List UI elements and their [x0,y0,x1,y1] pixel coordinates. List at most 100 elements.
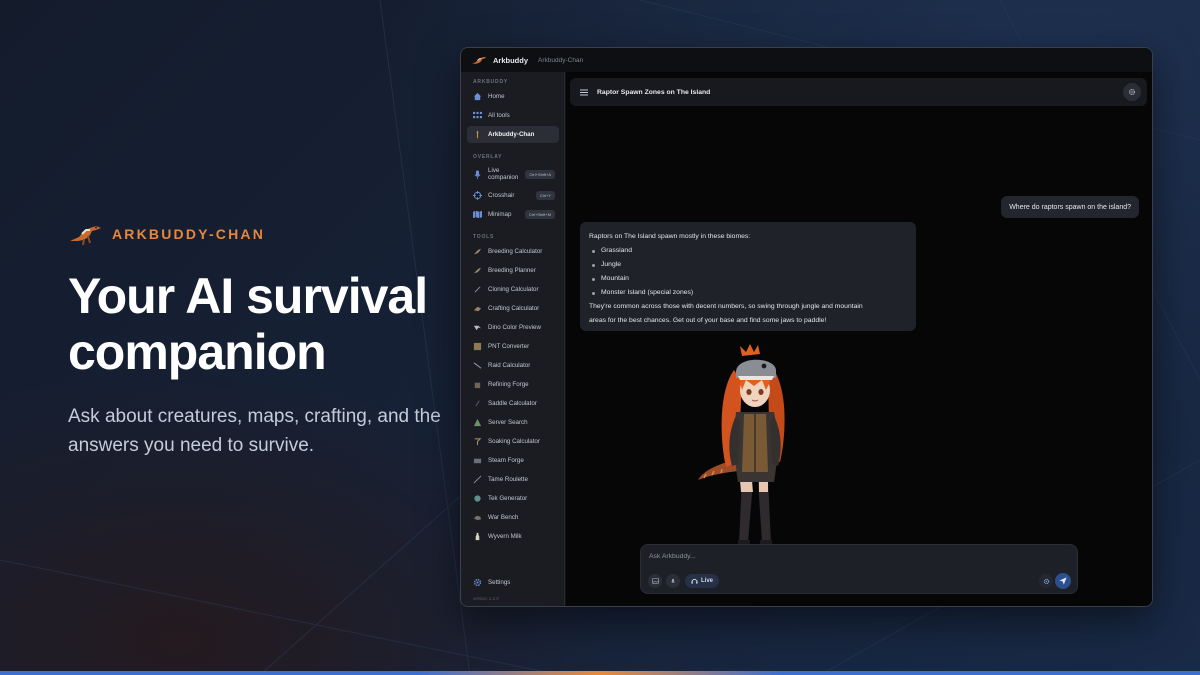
tek-generator-icon [473,494,482,503]
menu-icon[interactable] [580,83,588,101]
grid-icon [473,111,482,120]
soaking-calculator-icon [473,437,482,446]
headphones-icon [691,578,698,584]
list-item: Jungle [589,258,907,272]
sidebar-item-label: Raid Calculator [488,362,531,369]
sidebar-item-label: Saddle Calculator [488,400,537,407]
sidebar-item-soaking-calculator[interactable]: Soaking Calculator [467,433,559,450]
breeding-planner-icon [473,266,482,275]
sidebar-item-saddle-calculator[interactable]: Saddle Calculator [467,395,559,412]
home-icon [473,92,482,101]
sidebar-item-tek-generator[interactable]: Tek Generator [467,490,559,507]
raptor-logo-icon [70,226,101,246]
titlebar: Arkbuddy Arkbuddy-Chan [461,48,1152,72]
sidebar-item-label: Breeding Calculator [488,248,543,255]
sidebar-item-cloning-calculator[interactable]: Cloning Calculator [467,281,559,298]
app-name: Arkbuddy [493,55,529,65]
sidebar-item-minimap[interactable]: Minimap Ctrl+Shift+M [467,206,559,223]
steam-forge-icon [473,456,482,465]
sidebar-item-pnt-converter[interactable]: PNT Converter [467,338,559,355]
send-button[interactable] [1055,573,1071,589]
sidebar-item-label: Dino Color Preview [488,324,541,331]
crosshair-icon [473,191,482,200]
sidebar-item-label: Minimap [488,211,512,218]
cloning-calculator-icon [473,285,482,294]
voice-input-button[interactable] [666,574,680,588]
sidebar-item-server-search[interactable]: Server Search [467,414,559,431]
sidebar-item-crafting-calculator[interactable]: Crafting Calculator [467,300,559,317]
version-label: version 1.2.0 [473,596,499,601]
biome-list: Grassland Jungle Mountain Monster Island… [589,244,907,300]
sidebar-item-label: War Bench [488,514,519,521]
pnt-converter-icon [473,342,482,351]
sidebar-item-dino-color-preview[interactable]: Dino Color Preview [467,319,559,336]
sidebar-item-label: Soaking Calculator [488,438,540,445]
sidebar-item-label: PNT Converter [488,343,530,350]
list-item: Grassland [589,244,907,258]
gear-icon [1128,88,1136,96]
shortcut-badge: Ctrl+Shift+A [525,169,555,179]
sidebar-item-label: Settings [488,579,511,586]
chat-settings-button[interactable] [1123,83,1141,101]
mic-icon [670,578,676,583]
sidebar-item-arkbuddy-chan[interactable]: Arkbuddy-Chan [467,126,559,143]
sidebar-item-label: Crafting Calculator [488,305,540,312]
composer-settings-button[interactable] [1039,574,1053,588]
assistant-message: Raptors on The Island spawn mostly in th… [580,222,916,331]
send-icon [1059,577,1067,585]
war-bench-icon [473,513,482,522]
sidebar-item-crosshair[interactable]: Crosshair Ctrl+Y [467,187,559,204]
sidebar-item-label: Breeding Planner [488,267,536,274]
sidebar-item-label: Live companion [488,167,518,181]
sidebar-item-war-bench[interactable]: War Bench [467,509,559,526]
chat-icon [473,130,482,139]
attach-image-button[interactable] [648,574,662,588]
sidebar-item-all-tools[interactable]: All tools [467,107,559,124]
live-button[interactable]: Live [685,574,720,588]
sidebar-item-raid-calculator[interactable]: Raid Calculator [467,357,559,374]
sidebar-item-breeding-planner[interactable]: Breeding Planner [467,262,559,279]
live-label: Live [701,578,714,584]
sidebar-item-live-companion[interactable]: Live companion Ctrl+Shift+A [467,163,559,185]
saddle-calculator-icon [473,399,482,408]
list-item: Mountain [589,272,907,286]
brand-name: ARKBUDDY-CHAN [112,226,266,242]
sidebar-item-refining-forge[interactable]: Refining Forge [467,376,559,393]
message-input[interactable] [649,550,949,562]
message-composer: Live [640,544,1078,594]
sidebar-item-label: Tek Generator [488,495,528,502]
sidebar-item-wyvern-milk[interactable]: Wyvern Milk [467,528,559,545]
live-companion-line2: companion [488,174,519,181]
sidebar-item-label: Steam Forge [488,457,524,464]
crafting-calculator-icon [473,304,482,313]
gear-icon [473,578,482,587]
sidebar-item-steam-forge[interactable]: Steam Forge [467,452,559,469]
sidebar-item-home[interactable]: Home [467,88,559,105]
breeding-calculator-icon [473,247,482,256]
app-window: Arkbuddy Arkbuddy-Chan ARKBUDDY Home All… [460,47,1153,607]
sidebar: ARKBUDDY Home All tools Arkbuddy-Chan OV… [461,72,565,606]
hero-subline: Ask about creatures, maps, crafting, and… [68,406,441,456]
sidebar-item-breeding-calculator[interactable]: Breeding Calculator [467,243,559,260]
server-search-icon [473,418,482,427]
bottom-accent-bar [0,671,1200,675]
sidebar-item-label: Home [488,93,505,100]
live-companion-line1: Live [488,167,500,174]
sidebar-item-tame-roulette[interactable]: Tame Roulette [467,471,559,488]
sidebar-item-label: Crosshair [488,192,515,199]
chat-title: Raptor Spawn Zones on The Island [597,88,711,96]
image-icon [651,578,659,584]
assistant-outro-line2: areas for the best chances. Get out of y… [589,317,827,324]
hero-headline: Your AI survival companion [68,268,428,380]
sidebar-item-label: Tame Roulette [488,476,528,483]
shortcut-badge: Ctrl+Shift+M [524,210,555,219]
list-item: Monster Island (special zones) [589,286,907,300]
chat-header: Raptor Spawn Zones on The Island [570,78,1147,106]
raid-calculator-icon [473,361,482,370]
sidebar-item-settings[interactable]: Settings [467,574,559,591]
map-icon [473,210,482,219]
sidebar-item-label: Server Search [488,419,528,426]
sidebar-item-label: Refining Forge [488,381,529,388]
mic-icon [473,169,482,179]
sidebar-item-label: Cloning Calculator [488,286,539,293]
